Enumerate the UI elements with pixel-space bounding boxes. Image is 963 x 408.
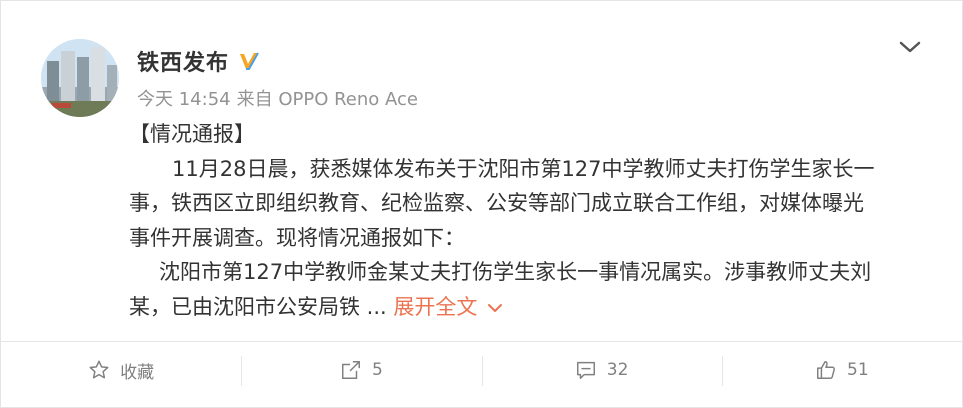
author-name[interactable]: 铁西发布 — [137, 45, 229, 77]
action-bar: 收藏 5 32 51 — [1, 342, 962, 398]
repost-icon — [341, 361, 360, 379]
comment-button[interactable]: 32 — [481, 342, 722, 398]
favorite-label: 收藏 — [120, 362, 155, 383]
expand-label: 展开全文 — [393, 294, 478, 319]
post-content: 【情况通报】 11月28日晨，获悉媒体发布关于沈阳市第127中学教师丈夫打伤学生… — [129, 117, 919, 324]
avatar[interactable] — [41, 39, 119, 117]
post-tag: 【情况通报】 — [129, 122, 255, 146]
thumbs-up-icon — [817, 361, 836, 379]
post-text-line: 某，已由沈阳市公安局铁 ... — [129, 294, 387, 319]
post-time[interactable]: 今天 14:54 — [137, 89, 231, 110]
like-button[interactable]: 51 — [721, 342, 962, 398]
avatar-city-image — [41, 39, 119, 117]
repost-count: 5 — [371, 360, 383, 380]
weibo-post-card: 铁西发布 今天 14:54 来自 OPPO Reno Ace 【情况通报】 11月… — [0, 0, 963, 408]
chevron-down-icon[interactable] — [898, 37, 922, 57]
star-icon — [89, 360, 109, 379]
post-meta: 今天 14:54 来自 OPPO Reno Ace — [137, 85, 424, 111]
verified-v-icon — [240, 52, 259, 70]
post-text-last-line: 某，已由沈阳市公安局铁 ... 展开全文 — [129, 290, 919, 325]
expand-chevron-icon — [488, 303, 503, 312]
post-text-line: 11月28日晨，获悉媒体发布关于沈阳市第127中学教师丈夫打伤学生家长一 — [172, 156, 875, 181]
post-text-line: 事件开展调查。现将情况通报如下： — [129, 225, 465, 250]
post-text-line: 事，铁西区立即组织教育、纪检监察、公安等部门成立联合工作组，对媒体曝光 — [129, 191, 864, 215]
post-source: 来自 OPPO Reno Ace — [236, 89, 418, 110]
like-count: 51 — [847, 360, 869, 380]
expand-full-text-link[interactable]: 展开全文 — [393, 295, 503, 319]
post-text-line: 沈阳市第127中学教师金某丈夫打伤学生家长一事情况属实。涉事教师丈夫刘 — [159, 260, 872, 284]
favorite-button[interactable]: 收藏 — [1, 342, 241, 398]
repost-button[interactable]: 5 — [241, 342, 481, 398]
author-row: 铁西发布 — [137, 45, 261, 77]
comment-icon — [576, 361, 595, 379]
comment-count: 32 — [606, 360, 629, 380]
